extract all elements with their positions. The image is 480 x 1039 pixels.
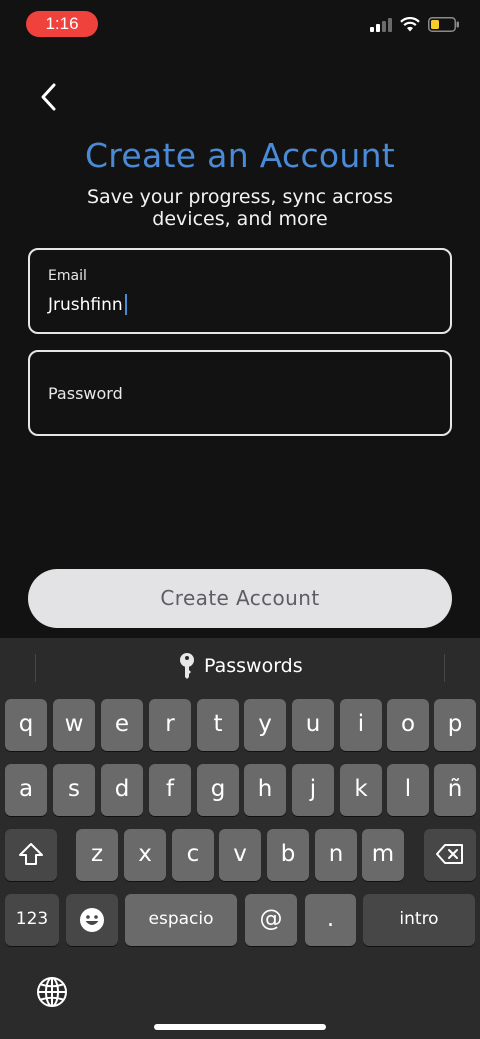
suggestion-divider — [444, 654, 445, 682]
return-key[interactable]: intro — [363, 894, 475, 946]
key-j[interactable]: j — [292, 764, 334, 816]
password-label: Password — [48, 384, 123, 403]
suggestion-bar: Passwords — [0, 638, 480, 696]
space-key[interactable]: espacio — [125, 894, 237, 946]
key-g[interactable]: g — [197, 764, 239, 816]
create-account-button[interactable]: Create Account — [28, 569, 452, 628]
email-label: Email — [48, 268, 87, 284]
key-x[interactable]: x — [124, 829, 166, 881]
back-button[interactable] — [34, 80, 66, 114]
key-icon — [180, 653, 194, 679]
email-value: Jrushfinn — [48, 294, 123, 315]
page-subtitle: Save your progress, sync across devices,… — [86, 186, 394, 230]
key-k[interactable]: k — [340, 764, 382, 816]
text-caret — [124, 294, 127, 315]
chevron-left-icon — [41, 83, 56, 111]
key-c[interactable]: c — [172, 829, 214, 881]
emoji-icon — [80, 908, 104, 932]
shift-key[interactable] — [5, 829, 57, 881]
battery-icon — [428, 17, 459, 32]
key-s[interactable]: s — [53, 764, 95, 816]
status-icons — [370, 17, 460, 32]
key-w[interactable]: w — [53, 699, 95, 751]
key-n[interactable]: n — [315, 829, 357, 881]
home-indicator[interactable] — [154, 1024, 326, 1030]
emoji-key[interactable] — [66, 894, 118, 946]
globe-icon — [37, 977, 67, 1007]
status-bar: 1:16 — [0, 0, 480, 48]
status-time[interactable]: 1:16 — [26, 11, 98, 37]
key-i[interactable]: i — [340, 699, 382, 751]
key-f[interactable]: f — [149, 764, 191, 816]
key-l[interactable]: l — [387, 764, 429, 816]
dot-key[interactable]: . — [305, 894, 356, 946]
at-key[interactable]: @ — [245, 894, 297, 946]
backspace-icon — [436, 844, 463, 864]
email-field[interactable]: Email Jrushfinn — [28, 248, 452, 334]
key-p[interactable]: p — [434, 699, 476, 751]
signal-icon — [370, 17, 392, 32]
key-o[interactable]: o — [387, 699, 429, 751]
key-m[interactable]: m — [362, 829, 404, 881]
suggestion-divider — [35, 654, 36, 682]
passwords-suggestion[interactable]: Passwords — [178, 652, 303, 680]
key-t[interactable]: t — [197, 699, 239, 751]
key-z[interactable]: z — [76, 829, 118, 881]
key-a[interactable]: a — [5, 764, 47, 816]
shift-icon — [19, 843, 43, 865]
password-field[interactable]: Password — [28, 350, 452, 436]
key-d[interactable]: d — [101, 764, 143, 816]
key-u[interactable]: u — [292, 699, 334, 751]
key-e[interactable]: e — [101, 699, 143, 751]
globe-button[interactable] — [36, 976, 68, 1012]
passwords-label: Passwords — [204, 655, 303, 677]
key-v[interactable]: v — [219, 829, 261, 881]
numbers-key[interactable]: 123 — [5, 894, 59, 946]
keyboard: Passwords q w e r t y u i o p a s d f g … — [0, 638, 480, 1039]
key-r[interactable]: r — [149, 699, 191, 751]
key-y[interactable]: y — [244, 699, 286, 751]
page-title: Create an Account — [84, 136, 396, 175]
wifi-icon — [400, 17, 420, 32]
delete-key[interactable] — [424, 829, 476, 881]
key-n-tilde[interactable]: ñ — [434, 764, 476, 816]
key-b[interactable]: b — [267, 829, 309, 881]
email-value-wrap: Jrushfinn — [48, 294, 127, 315]
key-h[interactable]: h — [244, 764, 286, 816]
key-q[interactable]: q — [5, 699, 47, 751]
